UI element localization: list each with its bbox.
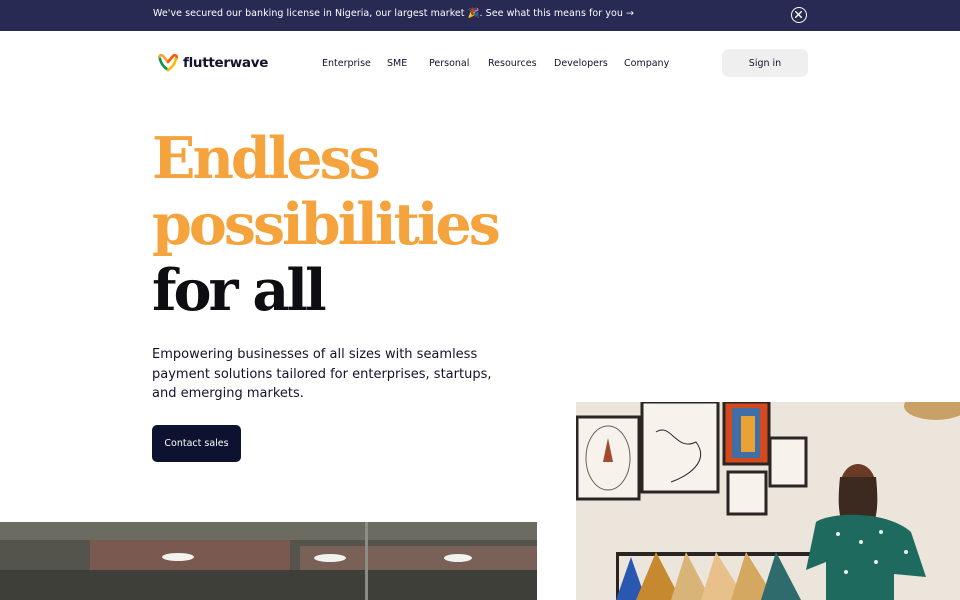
sign-in-button[interactable]: Sign in bbox=[722, 49, 808, 77]
nav-developers[interactable]: Developers bbox=[554, 58, 608, 69]
nav-company[interactable]: Company bbox=[624, 58, 669, 69]
boutique-owner-photo bbox=[576, 402, 960, 600]
hero-line-2: possibilities bbox=[152, 191, 501, 258]
flutterwave-logo[interactable]: flutterwave bbox=[157, 54, 268, 72]
office-photo bbox=[0, 522, 537, 600]
hero-line-3: for all bbox=[152, 257, 327, 324]
logo-text: flutterwave bbox=[183, 55, 269, 71]
nav-enterprise[interactable]: Enterprise bbox=[322, 58, 371, 69]
nav-sme[interactable]: SME bbox=[387, 58, 407, 69]
hero-line-1: Endless bbox=[152, 125, 381, 192]
nav-resources[interactable]: Resources bbox=[488, 58, 537, 69]
contact-sales-button[interactable]: Contact sales bbox=[152, 425, 241, 462]
nav-personal[interactable]: Personal bbox=[429, 58, 469, 69]
hero-subtitle: Empowering businesses of all sizes with … bbox=[152, 347, 492, 401]
announcement-bar: We've secured our banking license in Nig… bbox=[0, 0, 960, 31]
hero-heading: Endless possibilities for all bbox=[152, 125, 501, 324]
flutterwave-heart-logo-icon bbox=[158, 54, 178, 72]
close-icon[interactable] bbox=[791, 7, 807, 23]
announcement-text[interactable]: We've secured our banking license in Nig… bbox=[153, 8, 634, 19]
